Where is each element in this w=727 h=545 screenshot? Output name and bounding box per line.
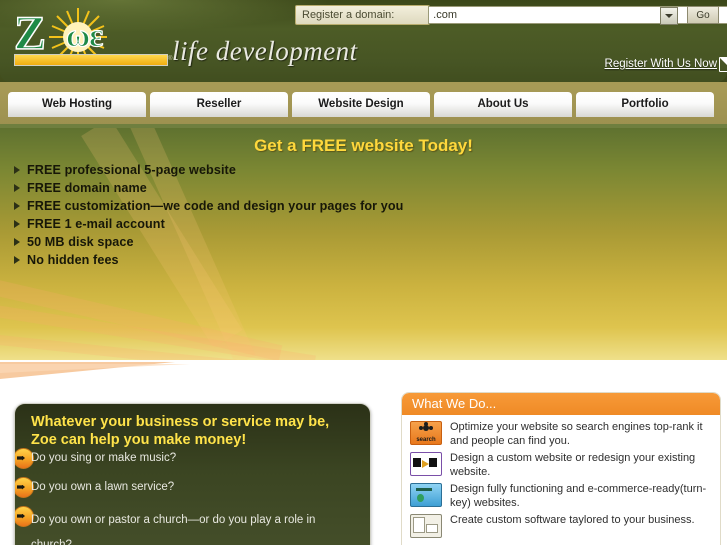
what-we-do-item: Design a custom website or redesign your…	[410, 452, 715, 479]
hero-feature-list: FREE professional 5-page website FREE do…	[10, 161, 403, 269]
nav-item-website-design[interactable]: Website Design	[292, 92, 430, 117]
domain-register-label: Register a domain:	[295, 5, 430, 25]
logo-tagline: life development	[172, 36, 358, 66]
question-item: Do you own a lawn service?	[31, 481, 175, 493]
domain-search-input[interactable]	[428, 6, 727, 24]
what-we-do-item: Design fully functioning and e-commerce-…	[410, 483, 715, 510]
logo-letters-omega-epsilon: ωε	[65, 18, 103, 54]
what-we-do-text: Design fully functioning and e-commerce-…	[450, 483, 707, 509]
logo-gold-bar	[14, 54, 168, 66]
hero-feature-label: FREE customization—we code and design yo…	[27, 198, 404, 213]
domain-register-bar: Register a domain: .com Go	[295, 5, 727, 25]
what-we-do-text: Design a custom website or redesign your…	[450, 452, 696, 478]
search-optimize-icon	[410, 421, 442, 445]
what-we-do-panel: What We Do... Optimize your website so s…	[401, 392, 721, 545]
triangle-bullet-icon	[14, 165, 20, 174]
hero-section: Get a FREE website Today! FREE professio…	[0, 128, 727, 360]
what-we-do-item: Create custom software taylored to your …	[410, 514, 715, 538]
business-questions-heading: Whatever your business or service may be…	[31, 414, 330, 448]
what-we-do-text: Optimize your website so search engines …	[450, 421, 703, 447]
hero-feature-item: FREE domain name	[10, 179, 403, 197]
page-root: Z ωε ® life development Register a domai…	[0, 0, 727, 545]
nav-item-reseller[interactable]: Reseller	[150, 92, 288, 117]
hero-feature-item: FREE 1 e-mail account	[10, 215, 403, 233]
register-with-us-link[interactable]: Register With Us Now	[604, 57, 727, 72]
main-navigation: Web Hosting Reseller Website Design Abou…	[0, 88, 727, 124]
triangle-bullet-icon	[14, 219, 20, 228]
hero-feature-item: FREE customization—we code and design yo…	[10, 197, 403, 215]
hero-feature-label: FREE 1 e-mail account	[27, 216, 165, 231]
site-logo[interactable]: Z ωε ®	[8, 6, 173, 68]
what-we-do-header: What We Do...	[402, 393, 720, 415]
hero-title: Get a FREE website Today!	[254, 136, 473, 155]
key-ecommerce-icon	[410, 483, 442, 507]
hero-feature-item: 50 MB disk space	[10, 233, 403, 251]
lower-section: Whatever your business or service may be…	[0, 360, 727, 545]
triangle-bullet-icon	[14, 201, 20, 210]
what-we-do-title: What We Do...	[412, 396, 497, 411]
hero-feature-item: No hidden fees	[10, 251, 403, 269]
site-header: Z ωε ® life development Register a domai…	[0, 0, 727, 88]
domain-go-button[interactable]: Go	[687, 6, 719, 24]
what-we-do-text: Create custom software taylored to your …	[450, 514, 695, 526]
chevron-down-icon[interactable]	[660, 7, 678, 25]
triangle-bullet-icon	[14, 237, 20, 246]
hero-feature-label: 50 MB disk space	[27, 234, 134, 249]
hero-feature-item: FREE professional 5-page website	[10, 161, 403, 179]
hero-feature-label: No hidden fees	[27, 252, 119, 267]
nav-item-web-hosting[interactable]: Web Hosting	[8, 92, 146, 117]
hero-feature-label: FREE domain name	[27, 180, 147, 195]
triangle-bullet-icon	[14, 183, 20, 192]
envelope-icon	[719, 57, 727, 72]
hero-feature-label: FREE professional 5-page website	[27, 162, 236, 177]
business-questions-panel: Whatever your business or service may be…	[14, 403, 371, 545]
register-with-us-label: Register With Us Now	[604, 58, 717, 70]
question-item: Do you sing or make music?	[31, 452, 177, 464]
nav-item-portfolio[interactable]: Portfolio	[576, 92, 714, 117]
domain-tld-value: .com	[433, 9, 457, 21]
window-software-icon	[410, 514, 442, 538]
question-item: Do you own or pastor a church—or do you …	[31, 514, 316, 545]
nav-item-about-us[interactable]: About Us	[434, 92, 572, 117]
what-we-do-item: Optimize your website so search engines …	[410, 421, 715, 448]
triangle-bullet-icon	[14, 255, 20, 264]
nav-tab-list: Web Hosting Reseller Website Design Abou…	[8, 92, 714, 117]
logo-letter-z: Z	[13, 7, 47, 60]
flowchart-design-icon	[410, 452, 442, 476]
decorative-ray-2	[0, 364, 190, 373]
